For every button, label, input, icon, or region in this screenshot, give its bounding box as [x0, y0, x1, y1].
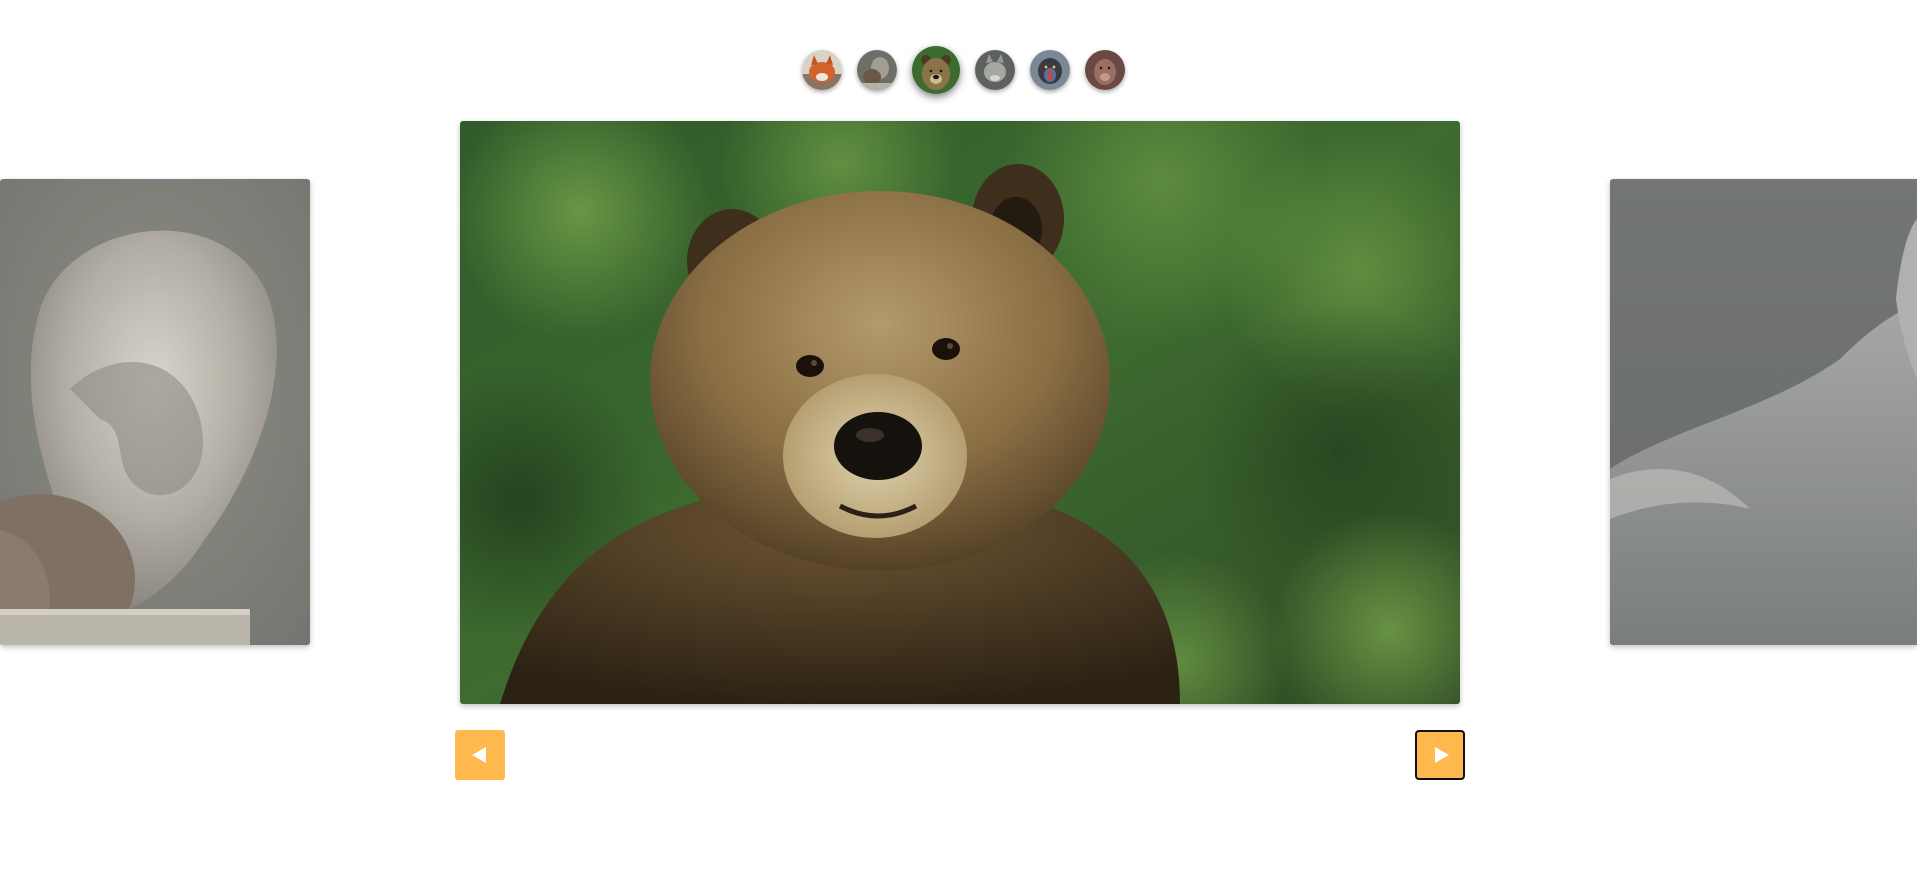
- squirrel-thumbnail-icon: [857, 50, 897, 90]
- thumbnail-wolf[interactable]: [975, 50, 1015, 90]
- left-arrow-icon: [471, 747, 486, 763]
- thumbnail-fox[interactable]: [802, 50, 842, 90]
- thumbnail-monkey[interactable]: [1030, 50, 1070, 90]
- wolf-image-icon: [1610, 179, 1917, 645]
- thumbnail-animal[interactable]: [1085, 50, 1125, 90]
- previous-slide[interactable]: [0, 179, 310, 645]
- monkey-thumbnail-icon: [1030, 50, 1070, 90]
- current-slide: [460, 121, 1460, 704]
- bear-thumbnail-icon: [912, 46, 960, 94]
- thumbnail-bear[interactable]: [912, 46, 960, 94]
- squirrel-image-icon: [0, 179, 310, 645]
- next-button[interactable]: [1415, 730, 1465, 780]
- fox-thumbnail-icon: [802, 50, 842, 90]
- next-slide[interactable]: [1610, 179, 1917, 645]
- thumbnail-strip: [802, 46, 1125, 94]
- animal-thumbnail-icon: [1085, 50, 1125, 90]
- thumbnail-squirrel[interactable]: [857, 50, 897, 90]
- previous-button[interactable]: [455, 730, 505, 780]
- bear-image-icon: [460, 121, 1460, 704]
- carousel: [0, 0, 1917, 890]
- wolf-thumbnail-icon: [975, 50, 1015, 90]
- right-arrow-icon: [1434, 747, 1449, 763]
